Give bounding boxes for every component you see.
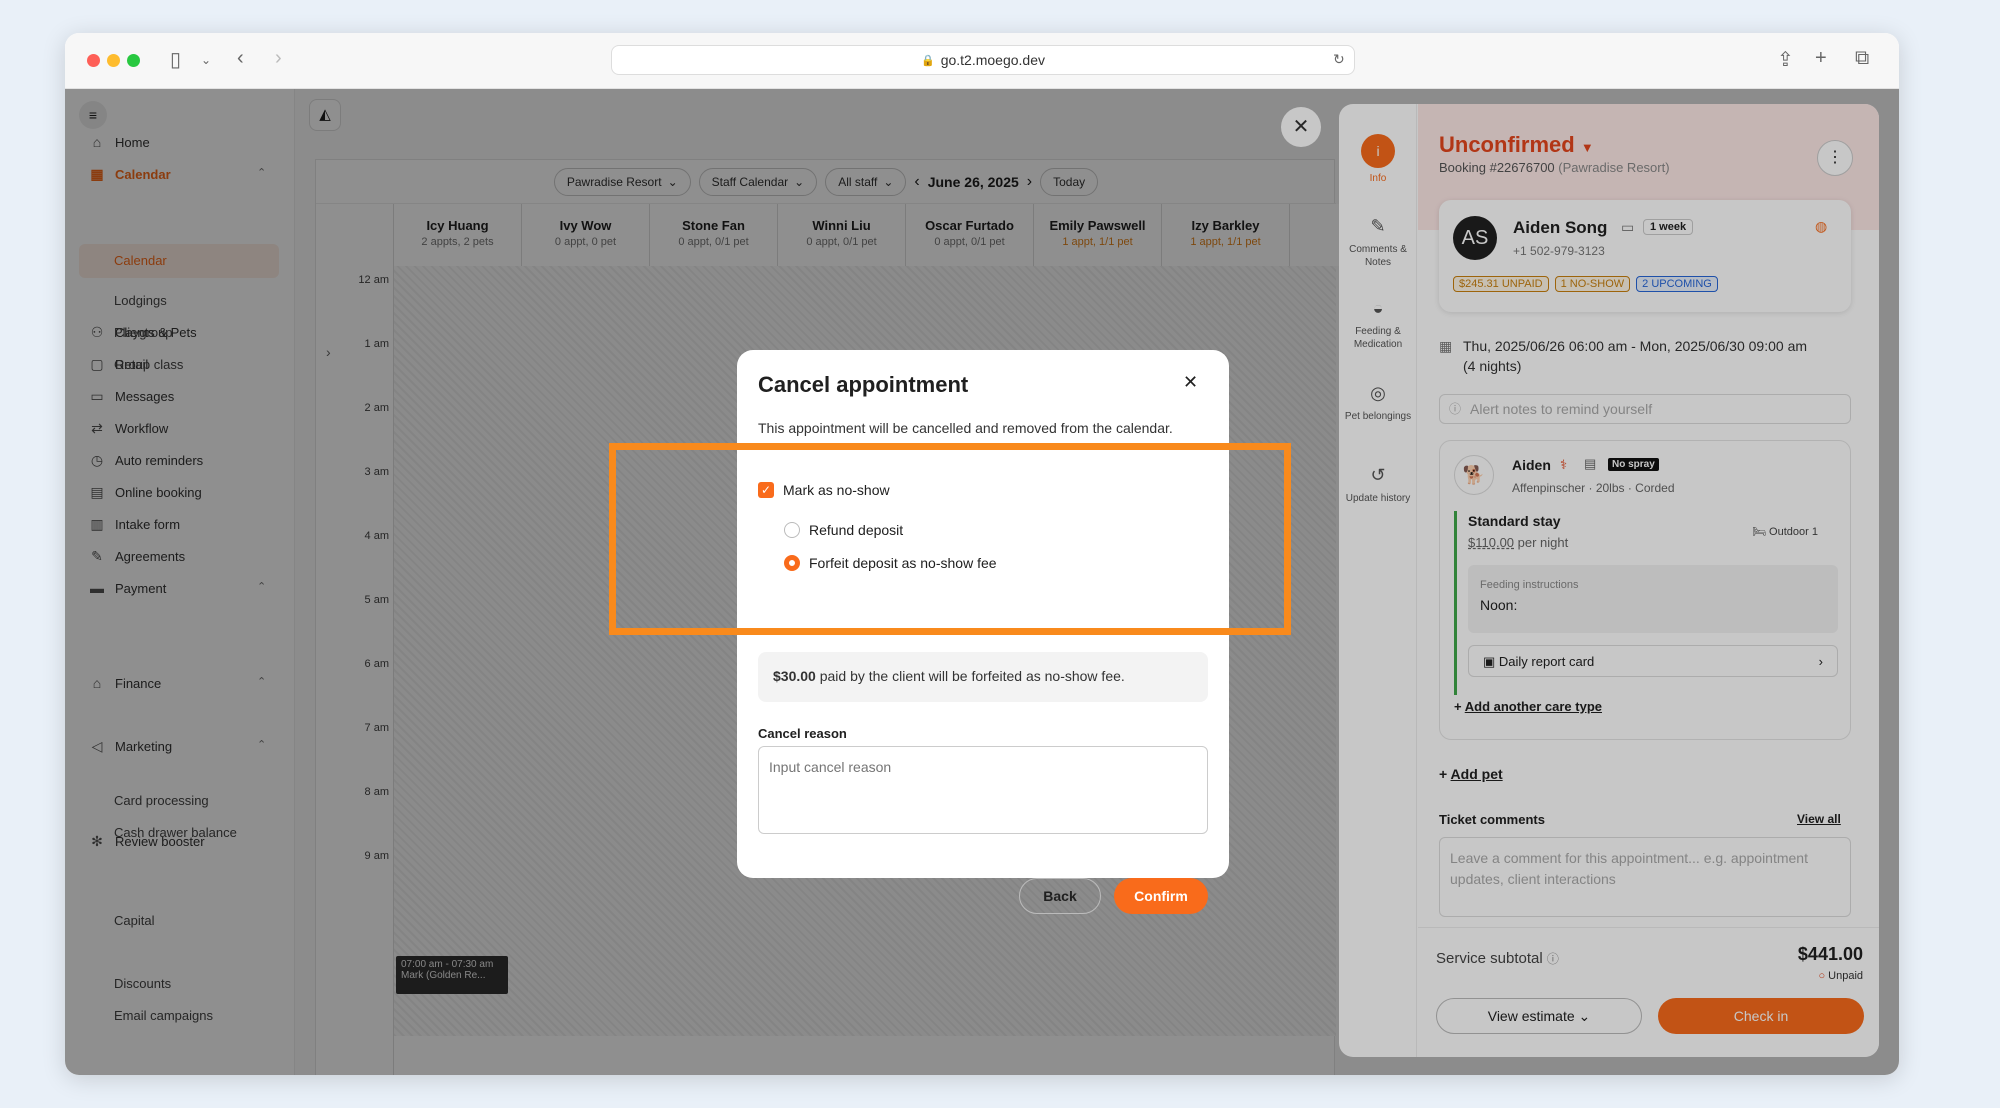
zoom-window-button[interactable] [127, 54, 140, 67]
forfeit-amount: $30.00 [773, 668, 816, 684]
url-text: go.t2.moego.dev [940, 52, 1045, 68]
modal-title: Cancel appointment [758, 372, 969, 397]
confirm-button[interactable]: Confirm [1114, 878, 1208, 914]
address-bar[interactable]: 🔒 go.t2.moego.dev [611, 45, 1355, 75]
reload-icon[interactable]: ↻ [1333, 51, 1345, 68]
close-window-button[interactable] [87, 54, 100, 67]
new-tab-icon[interactable]: + [1815, 47, 1827, 70]
app: ≡ ⌂ Home ▦ Calendar ⌃ ⚇ Clients & Pets ▢ Retail ▭… [65, 89, 1899, 1075]
highlight-box [609, 443, 1291, 635]
forfeit-info-box: $30.00 paid by the client will be forfei… [758, 652, 1208, 702]
browser-window: ▯ ⌄ ‹ › 🔒 go.t2.moego.dev ↻ ⇪ + ⧉ ≡ ⌂ Home… [65, 33, 1899, 1075]
tabs-overview-icon[interactable]: ⧉ [1855, 47, 1869, 70]
browser-chrome: ▯ ⌄ ‹ › 🔒 go.t2.moego.dev ↻ ⇪ + ⧉ [65, 33, 1899, 89]
share-icon[interactable]: ⇪ [1777, 47, 1794, 72]
chevron-down-icon[interactable]: ⌄ [201, 53, 211, 67]
back-icon[interactable]: ‹ [237, 47, 244, 70]
cancel-reason-label: Cancel reason [758, 726, 847, 741]
sidebar-toggle-icon[interactable]: ▯ [170, 47, 181, 72]
lock-icon: 🔒 [921, 54, 935, 67]
modal-description: This appointment will be cancelled and r… [758, 420, 1173, 436]
back-button[interactable]: Back [1019, 878, 1101, 914]
forward-icon[interactable]: › [275, 47, 282, 70]
cancel-reason-input[interactable] [758, 746, 1208, 834]
forfeit-info-text: paid by the client will be forfeited as … [815, 668, 1125, 684]
minimize-window-button[interactable] [107, 54, 120, 67]
close-icon[interactable]: ✕ [1183, 372, 1198, 393]
